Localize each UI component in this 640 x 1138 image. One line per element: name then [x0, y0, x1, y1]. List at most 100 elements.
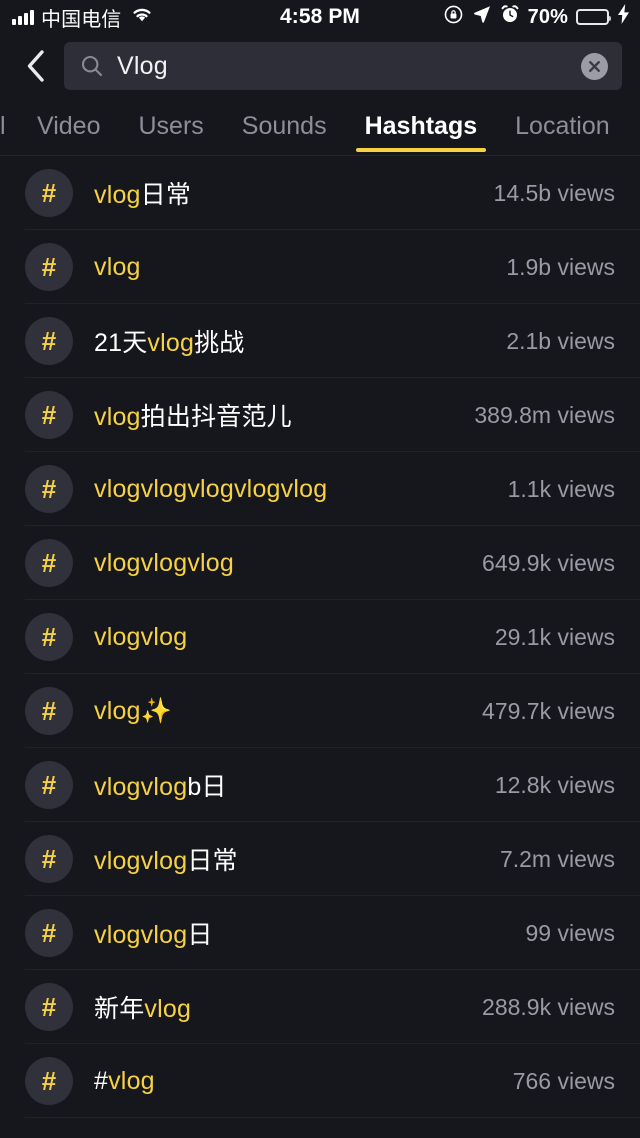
hashtag-row[interactable]: # vlog✨ 479.7k views	[0, 674, 640, 748]
hashtag-name-match: vlogvlog	[94, 921, 188, 949]
status-bar-left: 中国电信	[0, 3, 154, 32]
tab-clipped-left[interactable]: l	[0, 98, 18, 155]
hashtag-name: vlog拍出抖音范儿	[94, 397, 462, 433]
hashtag-name-rest: #	[94, 1066, 109, 1095]
hashtag-view-count: 1.9b views	[506, 253, 615, 280]
hashtag-row[interactable]: # #vlog 766 views	[0, 1044, 640, 1118]
hashtag-name-rest: 日常	[187, 847, 238, 875]
hashtag-icon: #	[25, 243, 73, 291]
hashtag-row[interactable]: # 新年vlog 288.9k views	[0, 970, 640, 1044]
hashtag-row[interactable]: # vlogvlogb日 12.8k views	[0, 748, 640, 822]
hashtag-icon: #	[25, 317, 73, 365]
hashtag-name-rest: 21天	[94, 329, 148, 357]
hashtag-view-count: 7.2m views	[499, 845, 615, 872]
hashtag-row[interactable]: # vlog 1.9b views	[0, 230, 640, 304]
hashtag-name: vlogvlogb日	[94, 767, 483, 803]
hashtag-row[interactable]: # vlogvlogvlogvlogvlog 1.1k views	[0, 452, 640, 526]
search-tabs[interactable]: l Video Users Sounds Hashtags Location	[0, 98, 640, 155]
hashtag-name: vlogvlogvlogvlogvlog	[94, 475, 496, 504]
tab-video[interactable]: Video	[18, 98, 120, 155]
hashtag-name-match: vlog✨	[94, 696, 172, 725]
battery-percent-label: 70%	[527, 5, 568, 28]
hashtag-icon: #	[25, 1057, 73, 1105]
hashtag-view-count: 479.7k views	[482, 697, 615, 724]
app-screen: 中国电信 4:58 PM 70% Vlog l Video Users Soun…	[0, 0, 640, 1138]
location-arrow-icon	[472, 4, 492, 30]
signal-bars-icon	[12, 9, 34, 25]
hashtag-row[interactable]: # vlog日常 14.5b views	[0, 156, 640, 230]
hashtag-name: 21天vlog挑战	[94, 323, 494, 359]
hashtag-name-match: vlogvlog	[94, 773, 188, 801]
hashtag-name: vlogvlog日常	[94, 841, 488, 877]
hashtag-name: vlogvlogvlog	[94, 549, 470, 578]
hashtag-name-match: vlogvlog	[94, 847, 188, 875]
hashtag-view-count: 766 views	[512, 1067, 615, 1094]
hashtag-name: vlog日常	[94, 175, 482, 211]
hashtag-name-rest: 拍出抖音范儿	[140, 403, 292, 431]
hashtag-name-rest: 日常	[140, 181, 192, 209]
alarm-clock-icon	[500, 4, 520, 30]
hashtag-view-count: 29.1k views	[494, 623, 615, 650]
hashtag-icon: #	[25, 835, 73, 883]
hashtag-name-match: vlog	[108, 1066, 155, 1095]
hashtag-name-match: vlog	[94, 181, 141, 209]
search-header: Vlog	[0, 34, 640, 98]
hashtag-name: vlogvlog	[94, 623, 483, 652]
hashtag-view-count: 99 views	[525, 919, 615, 946]
hashtag-name-match: vlogvlog	[94, 622, 188, 651]
hashtag-view-count: 12.8k views	[494, 771, 615, 798]
hashtag-row[interactable]: # vlogvlogvlog 649.9k views	[0, 526, 640, 600]
carrier-label: 中国电信	[41, 8, 122, 31]
status-bar: 中国电信 4:58 PM 70%	[0, 0, 640, 34]
hashtag-row[interactable]: # vlogvlog日常 7.2m views	[0, 822, 640, 896]
search-input-value[interactable]: Vlog	[117, 52, 581, 81]
hashtag-view-count: 14.5b views	[493, 179, 615, 206]
search-input[interactable]: Vlog	[64, 42, 622, 90]
hashtag-name-match: vlog	[94, 252, 141, 281]
hashtag-name-rest: 日	[187, 921, 213, 949]
hashtag-name-match: vlog	[94, 403, 141, 431]
hashtag-result-list: # vlog日常 14.5b views # vlog 1.9b views #21天vlo…	[0, 156, 640, 1118]
hashtag-view-count: 288.9k views	[482, 993, 615, 1020]
hashtag-name-match: vlogvlogvlogvlogvlog	[94, 474, 328, 503]
tab-sounds[interactable]: Sounds	[223, 98, 346, 155]
hashtag-name: vlogvlog日	[94, 915, 514, 951]
rotation-lock-icon	[443, 4, 464, 31]
hashtag-icon: #	[25, 391, 73, 439]
hashtag-row[interactable]: # vlogvlog 29.1k views	[0, 600, 640, 674]
tab-location[interactable]: Location	[496, 98, 629, 155]
hashtag-row[interactable]: #21天vlog挑战 2.1b views	[0, 304, 640, 378]
hashtag-view-count: 389.8m views	[474, 401, 615, 428]
hashtag-icon: #	[25, 761, 73, 809]
hashtag-icon: #	[25, 983, 73, 1031]
hashtag-row[interactable]: # vlog拍出抖音范儿 389.8m views	[0, 378, 640, 452]
hashtag-view-count: 649.9k views	[482, 549, 615, 576]
hashtag-name: 新年vlog	[94, 989, 470, 1025]
wifi-icon	[130, 5, 154, 29]
charging-bolt-icon	[617, 4, 630, 30]
battery-icon	[576, 9, 611, 25]
hashtag-name-match: vlog	[144, 995, 192, 1023]
hashtag-name: #vlog	[94, 1067, 501, 1096]
status-bar-right: 70%	[443, 4, 640, 31]
hashtag-icon: #	[25, 539, 73, 587]
hashtag-icon: #	[25, 169, 73, 217]
hashtag-name-rest: 新年	[94, 995, 145, 1023]
clear-search-button[interactable]	[581, 52, 608, 80]
back-button[interactable]	[14, 44, 58, 88]
hashtag-name: vlog	[94, 253, 494, 282]
hashtag-name-rest: 挑战	[194, 329, 245, 357]
hashtag-icon: #	[25, 465, 73, 513]
hashtag-row[interactable]: # vlogvlog日 99 views	[0, 896, 640, 970]
hashtag-name: vlog✨	[94, 697, 470, 726]
tab-users[interactable]: Users	[120, 98, 223, 155]
hashtag-icon: #	[25, 687, 73, 735]
hashtag-icon: #	[25, 909, 73, 957]
hashtag-view-count: 2.1b views	[506, 327, 615, 354]
hashtag-view-count: 1.1k views	[507, 475, 615, 502]
search-icon	[80, 54, 104, 78]
hashtag-name-match: vlog	[147, 329, 195, 357]
tab-hashtags[interactable]: Hashtags	[346, 98, 497, 155]
chevron-left-icon	[27, 50, 44, 82]
hashtag-name-rest: b日	[187, 773, 227, 801]
